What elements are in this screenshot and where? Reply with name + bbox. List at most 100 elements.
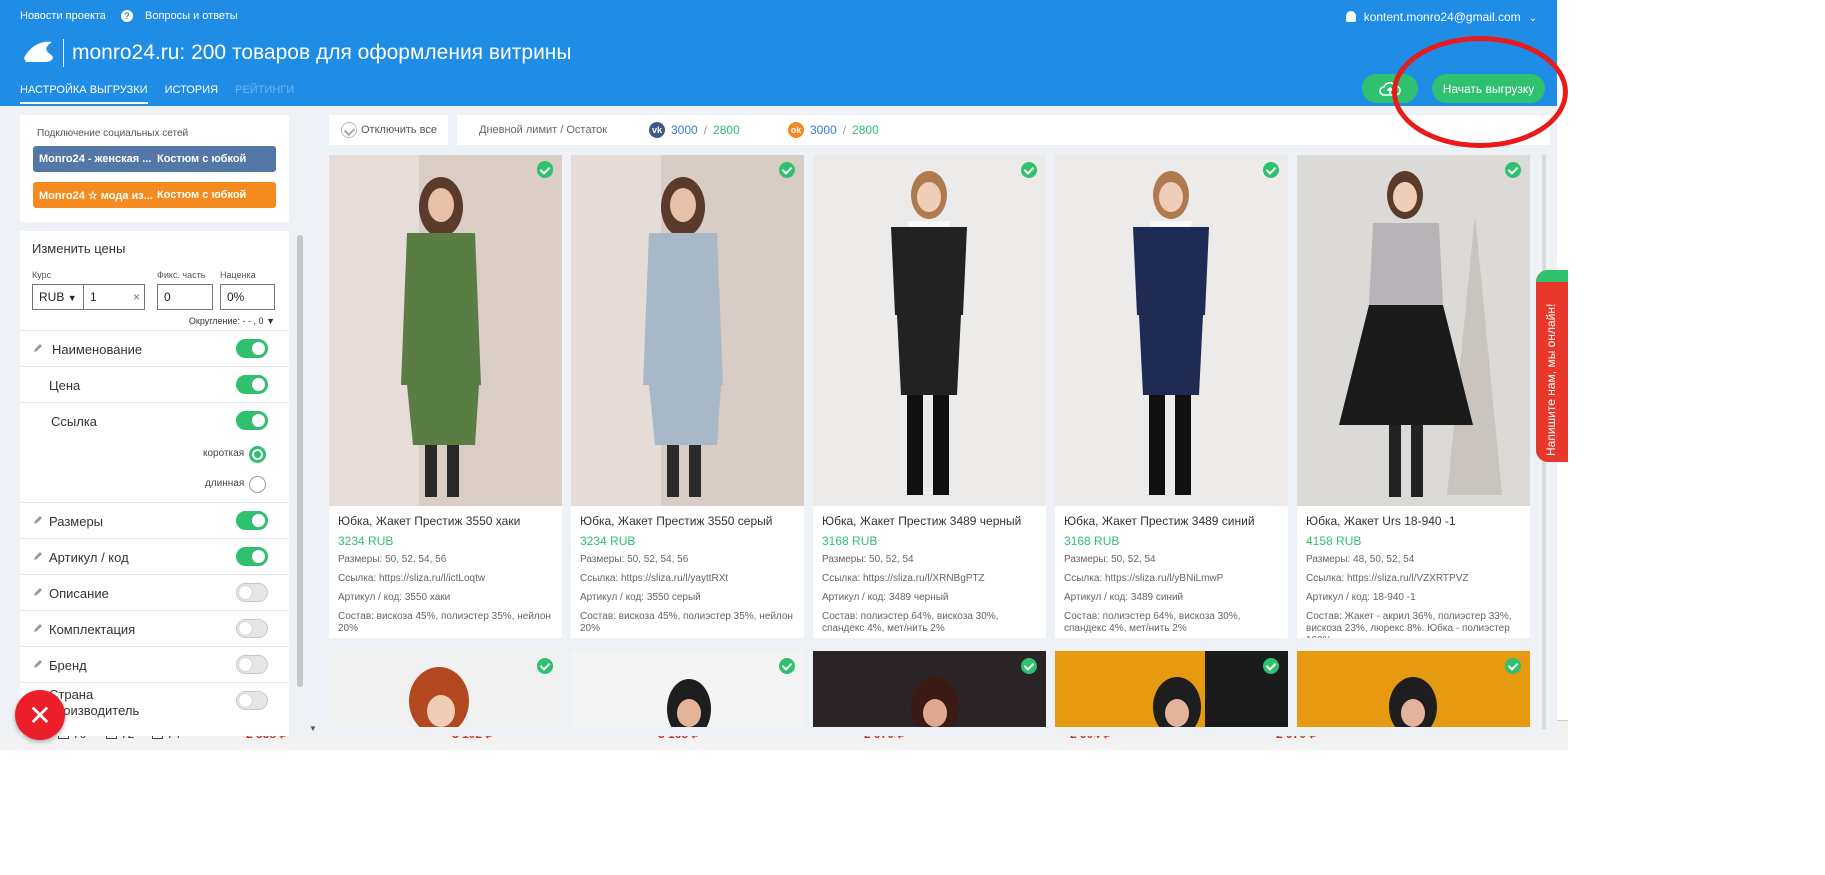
- radio-long[interactable]: [249, 476, 266, 493]
- scroll-down-arrow[interactable]: ▼: [309, 724, 317, 733]
- product-card[interactable]: Юбка, Жакет Престиж 3489 синий 3168 RUB …: [1055, 155, 1288, 638]
- toggle-sku[interactable]: [236, 547, 268, 566]
- product-name: Юбка, Жакет Престиж 3550 серый: [580, 514, 773, 528]
- toggle-price[interactable]: [236, 375, 268, 394]
- product-card[interactable]: Юбка, Жакет Urs 18-940 -1 4158 RUB Разме…: [1297, 155, 1530, 638]
- selected-check-icon[interactable]: [1021, 162, 1037, 178]
- pencil-icon[interactable]: [33, 551, 43, 561]
- selected-check-icon[interactable]: [537, 162, 553, 178]
- radio-short[interactable]: [249, 446, 266, 463]
- product-sizes: Размеры: 50, 52, 54, 56: [338, 554, 447, 565]
- toggle-description[interactable]: [236, 583, 268, 602]
- modal-header: Новости проекта ? Вопросы и ответы konten…: [0, 0, 1557, 106]
- product-composition: Состав: вискоза 45%, полиэстер 35%, нейл…: [580, 611, 793, 634]
- disable-all-button[interactable]: Отключить все: [329, 115, 457, 145]
- toggle-name[interactable]: [236, 339, 268, 358]
- pencil-icon[interactable]: [33, 587, 43, 597]
- screen: 70 72 74 2 838 ₽ 3 102 ₽ 3 168 ₽ 2 970 ₽…: [0, 0, 1568, 750]
- pencil-icon[interactable]: [33, 623, 43, 633]
- pencil-icon[interactable]: [33, 515, 43, 525]
- tab-ratings[interactable]: РЕЙТИНГИ: [235, 84, 294, 102]
- link-short-option[interactable]: короткая: [20, 438, 289, 468]
- selected-check-icon[interactable]: [1505, 658, 1521, 674]
- pencil-icon[interactable]: [33, 659, 43, 669]
- sidebar-scrollbar[interactable]: [297, 235, 303, 687]
- pencil-icon[interactable]: [33, 343, 43, 353]
- product-card[interactable]: Юбка, Жакет Престиж 3550 хаки 3234 RUB Р…: [329, 155, 562, 638]
- link-long-option[interactable]: длинная: [20, 468, 289, 498]
- currency-select[interactable]: RUB ▼: [32, 284, 84, 310]
- news-link[interactable]: Новости проекта: [20, 10, 106, 22]
- product-sizes: Размеры: 48, 50, 52, 54: [1306, 554, 1415, 565]
- account-name: Monro24 ☆ мода из...: [39, 189, 153, 202]
- product-composition: Состав: Жакет - акрил 36%, полиэстер 33%…: [1306, 611, 1512, 638]
- product-sku: Артикул / код: 3489 синий: [1064, 592, 1184, 603]
- option-name: Наименование: [20, 330, 289, 366]
- option-sku: Артикул / код: [20, 538, 289, 574]
- product-card[interactable]: [571, 651, 804, 727]
- chat-label: Напишите нам, мы онлайн!: [1544, 303, 1558, 456]
- product-photo: [329, 651, 562, 727]
- product-composition: Состав: полиэстер 64%, вискоза 30%, спан…: [1064, 611, 1241, 634]
- faq-link[interactable]: ? Вопросы и ответы: [120, 10, 250, 22]
- products-toolbar: Отключить все Дневной лимит / Остаток vk…: [329, 115, 1550, 145]
- logo-separator: [63, 39, 64, 67]
- product-card[interactable]: Юбка, Жакет Престиж 3489 черный 3168 RUB…: [813, 155, 1046, 638]
- toggle-brand[interactable]: [236, 655, 268, 674]
- vk-account-selector[interactable]: Monro24 - женская ... Костюм с юбкой: [33, 146, 276, 172]
- ok-account-selector[interactable]: Monro24 ☆ мода из... Костюм с юбкой: [33, 182, 276, 208]
- online-chat-tab[interactable]: Напишите нам, мы онлайн!: [1536, 270, 1568, 462]
- product-sizes: Размеры: 50, 52, 54, 56: [580, 554, 689, 565]
- product-photo: [571, 155, 804, 506]
- account-menu[interactable]: kontent.monro24@gmail.com ⌄: [1345, 10, 1537, 24]
- export-modal: Новости проекта ? Вопросы и ответы konten…: [0, 0, 1557, 736]
- odnoklassniki-icon: ok: [788, 122, 804, 138]
- settings-sidebar: Подключение социальных сетей Monro24 - ж…: [20, 115, 289, 736]
- toggle-kit[interactable]: [236, 619, 268, 638]
- markup-input[interactable]: 0%: [220, 284, 275, 310]
- product-link: Ссылка: https://sliza.ru/l/XRNBgPTZ: [822, 573, 985, 584]
- toggle-sizes[interactable]: [236, 511, 268, 530]
- rate-input[interactable]: 1 ×: [83, 284, 145, 310]
- product-card[interactable]: [813, 651, 1046, 727]
- selected-check-icon[interactable]: [1505, 162, 1521, 178]
- product-card[interactable]: [1055, 651, 1288, 727]
- selected-check-icon[interactable]: [537, 658, 553, 674]
- product-sizes: Размеры: 50, 52, 54: [1064, 554, 1156, 565]
- bell-icon: [1345, 11, 1356, 22]
- toggle-link[interactable]: [236, 411, 268, 430]
- option-price: Цена: [20, 366, 289, 402]
- toggle-country[interactable]: [236, 691, 268, 710]
- clear-icon[interactable]: ×: [133, 290, 140, 304]
- tab-export-settings[interactable]: НАСТРОЙКА ВЫГРУЗКИ: [20, 84, 148, 104]
- option-link: Ссылка: [20, 402, 289, 438]
- product-card[interactable]: [329, 651, 562, 727]
- question-icon: ?: [120, 10, 133, 22]
- product-link: Ссылка: https://sliza.ru/l/yBNiLmwP: [1064, 573, 1224, 584]
- logo-icon: [24, 41, 53, 62]
- selected-check-icon[interactable]: [1021, 658, 1037, 674]
- close-button[interactable]: ✕: [15, 690, 65, 740]
- page-title: monro24.ru: 200 товаров для оформления в…: [72, 41, 572, 65]
- selected-check-icon[interactable]: [779, 162, 795, 178]
- option-description: Описание: [20, 574, 289, 610]
- tab-history[interactable]: ИСТОРИЯ: [165, 84, 218, 102]
- product-photo: [813, 651, 1046, 727]
- close-icon: ✕: [28, 699, 52, 731]
- rounding-select[interactable]: Округление: - - , 0 ▼: [20, 316, 289, 326]
- selected-check-icon[interactable]: [1263, 162, 1279, 178]
- change-prices-heading: Изменить цены: [32, 241, 126, 256]
- product-photo: [813, 155, 1046, 506]
- ok-limit: ok 3000/2800: [788, 122, 879, 138]
- product-card[interactable]: Юбка, Жакет Престиж 3550 серый 3234 RUB …: [571, 155, 804, 638]
- product-price: 3168 RUB: [822, 534, 878, 548]
- fixed-part-input[interactable]: 0: [157, 284, 213, 310]
- vk-icon: vk: [649, 122, 665, 138]
- product-sku: Артикул / код: 3550 серый: [580, 592, 701, 603]
- product-card[interactable]: [1297, 651, 1530, 727]
- daily-limit-label: Дневной лимит / Остаток: [479, 124, 608, 136]
- option-brand: Бренд: [20, 646, 289, 682]
- selected-check-icon[interactable]: [779, 658, 795, 674]
- rate-label: Курс: [32, 270, 52, 280]
- selected-check-icon[interactable]: [1263, 658, 1279, 674]
